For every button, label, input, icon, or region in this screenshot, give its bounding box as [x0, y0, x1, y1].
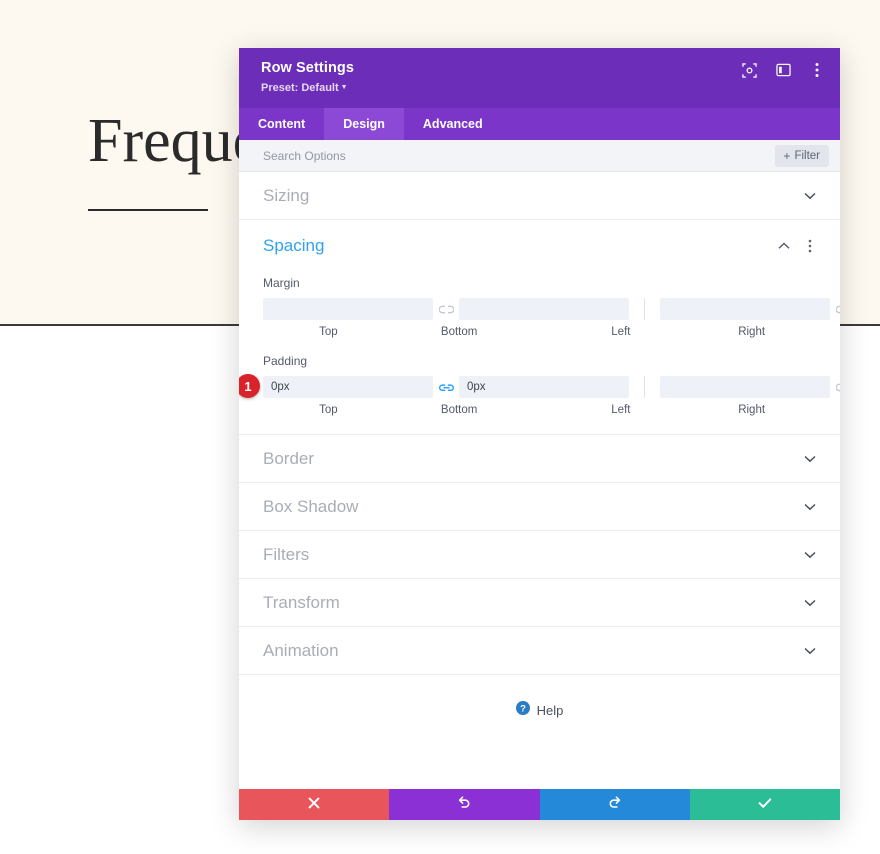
margin-top-input[interactable]	[263, 298, 433, 320]
section-transform[interactable]: Transform	[239, 579, 840, 627]
focus-target-icon[interactable]	[740, 61, 758, 79]
padding-left-input[interactable]	[660, 376, 830, 398]
margin-tb-unlink-icon[interactable]	[433, 305, 459, 314]
help-link[interactable]: ? Help	[239, 675, 840, 750]
undo-button[interactable]	[389, 789, 540, 820]
check-icon	[758, 796, 772, 814]
modal-header: Row Settings Preset: Default ▼	[239, 48, 840, 108]
tab-advanced[interactable]: Advanced	[404, 108, 502, 140]
section-spacing: Spacing Margin Top Bottom Left Right Pad…	[239, 220, 840, 435]
padding-left-sublabel: Left	[611, 404, 631, 416]
section-box-shadow-label: Box Shadow	[263, 496, 359, 516]
padding-inputs-row: 1	[239, 374, 840, 398]
chevron-down-icon	[803, 644, 817, 658]
section-border-label: Border	[263, 448, 315, 468]
padding-top-bottom-group	[263, 376, 629, 398]
preset-selector[interactable]: Preset: Default ▼	[261, 80, 820, 96]
margin-left-input[interactable]	[660, 298, 830, 320]
redo-button[interactable]	[539, 789, 690, 820]
padding-lr-unlink-icon[interactable]	[830, 383, 840, 392]
padding-sublabels: Top Bottom Left Right	[263, 404, 817, 416]
padding-bottom-sublabel: Bottom	[440, 404, 478, 416]
svg-text:?: ?	[520, 704, 526, 715]
redo-icon	[608, 795, 622, 814]
chevron-down-icon	[803, 548, 817, 562]
hero-divider-rule	[88, 209, 208, 211]
chevron-up-icon[interactable]	[777, 239, 791, 253]
section-spacing-header[interactable]: Spacing	[263, 220, 817, 272]
padding-right-sublabel: Right	[738, 404, 766, 416]
step-badge: 1	[239, 374, 260, 398]
search-toolbar: + Filter	[239, 140, 840, 172]
section-spacing-label: Spacing	[263, 236, 325, 255]
padding-field-group: Padding 1 0px 0px Top Bottom Left Right	[239, 354, 840, 416]
close-icon	[308, 796, 320, 814]
modal-footer	[239, 789, 840, 820]
more-options-icon[interactable]	[808, 61, 826, 79]
section-sizing-label: Sizing	[263, 185, 310, 205]
margin-field-group: Margin Top Bottom Left Right	[263, 276, 840, 338]
margin-sublabels: Top Bottom Left Right	[263, 326, 817, 338]
undo-icon	[457, 795, 471, 814]
margin-top-sublabel: Top	[319, 326, 338, 338]
padding-top-input[interactable]	[263, 376, 433, 398]
section-spacing-controls	[777, 239, 817, 253]
chevron-down-icon	[803, 500, 817, 514]
padding-tb-link-icon[interactable]	[433, 382, 459, 393]
margin-left-sublabel: Left	[611, 326, 631, 338]
split-panel-icon[interactable]	[774, 61, 792, 79]
padding-top-sublabel: Top	[319, 404, 338, 416]
plus-icon: +	[783, 148, 791, 163]
margin-label: Margin	[263, 276, 300, 290]
header-icon-group	[740, 61, 826, 79]
help-label: Help	[536, 703, 564, 718]
screen: Frequen Row Settings Preset: Default ▼ C…	[0, 0, 880, 854]
help-circle-icon: ?	[515, 701, 530, 720]
margin-top-bottom-group	[263, 298, 629, 320]
margin-lr-unlink-icon[interactable]	[830, 305, 840, 314]
cancel-button[interactable]	[239, 789, 390, 820]
preset-label: Preset: Default	[261, 82, 339, 94]
section-filters-label: Filters	[263, 544, 310, 564]
chevron-down-icon	[803, 189, 817, 203]
margin-left-right-group	[660, 298, 840, 320]
padding-bottom-input[interactable]	[459, 376, 629, 398]
section-box-shadow[interactable]: Box Shadow	[239, 483, 840, 531]
section-sizing[interactable]: Sizing	[239, 172, 840, 220]
filter-label: Filter	[794, 149, 820, 162]
margin-bottom-input[interactable]	[459, 298, 629, 320]
modal-tabs: Content Design Advanced	[239, 108, 840, 140]
chevron-down-icon: ▼	[340, 84, 348, 92]
chevron-down-icon	[803, 596, 817, 610]
padding-group-divider	[644, 376, 645, 398]
section-border[interactable]: Border	[239, 435, 840, 483]
margin-group-divider	[644, 298, 645, 320]
margin-right-sublabel: Right	[738, 326, 766, 338]
modal-title: Row Settings	[261, 60, 355, 76]
filter-button[interactable]: + Filter	[775, 144, 829, 167]
section-animation[interactable]: Animation	[239, 627, 840, 675]
spacing-more-options-icon[interactable]	[803, 239, 817, 253]
padding-label: Padding	[263, 354, 308, 368]
section-filters[interactable]: Filters	[239, 531, 840, 579]
padding-left-right-group	[660, 376, 840, 398]
margin-inputs-row	[263, 298, 840, 320]
margin-bottom-sublabel: Bottom	[440, 326, 478, 338]
section-animation-label: Animation	[263, 640, 339, 660]
search-input[interactable]	[263, 148, 776, 163]
tab-content[interactable]: Content	[239, 108, 324, 140]
chevron-down-icon	[803, 452, 817, 466]
row-settings-modal: Row Settings Preset: Default ▼ Content D…	[239, 48, 840, 820]
save-button[interactable]	[689, 789, 840, 820]
section-transform-label: Transform	[263, 592, 340, 612]
modal-body: Sizing Spacing Margin Top Bottom Left Ri…	[239, 172, 840, 789]
tab-design[interactable]: Design	[324, 108, 404, 140]
